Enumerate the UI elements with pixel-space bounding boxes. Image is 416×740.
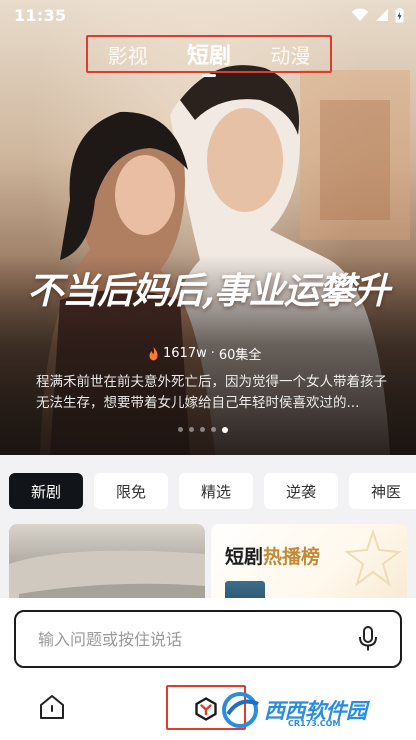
search-area [0, 598, 416, 680]
hot-ranking-title-highlight: 热播榜 [263, 546, 321, 568]
carousel-dot[interactable] [189, 427, 194, 432]
watermark-logo: 西西软件园 CR173.COM [218, 686, 367, 734]
hero-meta: 1617w · 60集全 [148, 344, 261, 363]
carousel-dot[interactable] [211, 427, 216, 432]
featured-drama-card[interactable] [9, 524, 205, 604]
hero-meta-separator: · [210, 346, 215, 361]
carousel-dot[interactable] [200, 427, 205, 432]
tab-movies-tv[interactable]: 影视 [102, 40, 154, 69]
app-logo-icon [195, 697, 217, 721]
search-box[interactable] [14, 610, 402, 668]
chip-comeback[interactable]: 逆袭 [264, 473, 338, 509]
star-decoration-icon [344, 528, 402, 587]
status-bar: 11:35 [0, 0, 416, 30]
tab-anime[interactable]: 动漫 [264, 40, 316, 69]
microphone-icon[interactable] [358, 626, 378, 652]
wifi-icon [351, 8, 369, 21]
hot-ranking-card[interactable]: 短剧热播榜 [211, 524, 407, 604]
signal-icon [376, 9, 388, 21]
hero-description: 程满禾前世在前夫意外死亡后，因为觉得一个女人带着孩子无法生存，想要带着女儿嫁给自… [36, 374, 387, 411]
featured-drama-thumbnail [9, 550, 205, 604]
search-input[interactable] [38, 629, 358, 649]
hot-ranking-title-prefix: 短剧 [225, 546, 264, 568]
watermark-subtext: CR173.COM [288, 719, 341, 728]
flame-icon [149, 346, 158, 360]
battery-icon [395, 7, 404, 22]
watermark-swirl-icon [222, 692, 259, 728]
chip-new-drama[interactable]: 新剧 [9, 473, 83, 509]
status-time: 11:35 [14, 5, 67, 25]
category-chip-row: 新剧 限免 精选 逆袭 神医 [9, 473, 416, 509]
hero-title: 不当后妈后,事业运攀升 [27, 270, 390, 312]
hero-banner[interactable]: 11:35 影视 短剧 动漫 不当后妈后,事业运攀升 1617w · 60集全 … [0, 0, 416, 455]
hero-episode-count: 60集全 [218, 348, 262, 363]
carousel-indicator [178, 426, 228, 433]
carousel-dot-active[interactable] [222, 426, 228, 433]
hot-ranking-title: 短剧热播榜 [225, 542, 320, 569]
chip-featured[interactable]: 精选 [179, 473, 253, 509]
hero-heat-count: 1617w [163, 346, 207, 361]
tab-short-drama[interactable]: 短剧 [181, 38, 237, 77]
top-tab-bar: 影视 短剧 动漫 [86, 35, 332, 77]
chip-divine-doctor[interactable]: 神医 [349, 473, 416, 509]
chip-free[interactable]: 限免 [94, 473, 168, 509]
home-icon[interactable] [38, 694, 66, 720]
carousel-dot[interactable] [178, 427, 183, 432]
status-icons [351, 7, 404, 23]
